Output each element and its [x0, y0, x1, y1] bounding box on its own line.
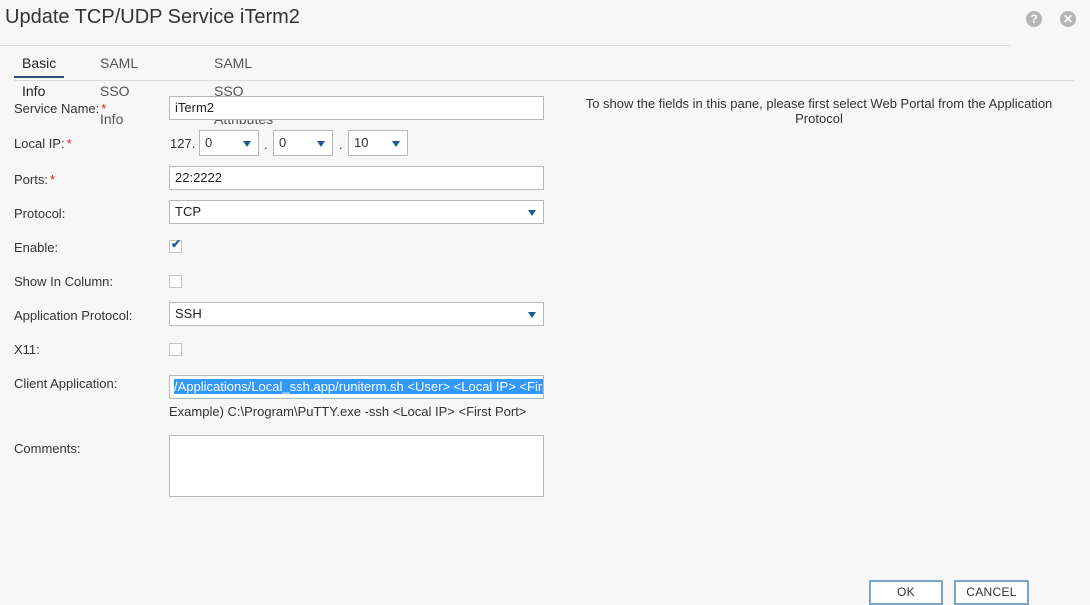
ip-separator: .: [264, 137, 268, 152]
close-icon[interactable]: ✕: [1060, 11, 1076, 27]
required-marker: *: [66, 136, 72, 151]
comments-label: Comments:: [14, 441, 81, 456]
title-divider: [0, 45, 1010, 46]
help-icon[interactable]: ?: [1026, 11, 1042, 27]
pane-message: To show the fields in this pane, please …: [585, 96, 1053, 126]
checkmark-icon: ✔: [171, 237, 182, 251]
ports-input[interactable]: 22:2222: [169, 166, 544, 190]
ip-separator: .: [339, 137, 343, 152]
local-ip-octet-2-select[interactable]: 0: [273, 130, 333, 156]
application-protocol-label: Application Protocol:: [14, 308, 133, 323]
protocol-label: Protocol:: [14, 206, 66, 221]
chevron-down-icon: [243, 141, 251, 147]
chevron-down-icon: [528, 210, 536, 216]
protocol-select[interactable]: TCP: [169, 200, 544, 224]
local-ip-octet-1-select[interactable]: 0: [199, 130, 259, 156]
comments-textarea[interactable]: [169, 435, 544, 497]
local-ip-prefix: 127.: [170, 136, 196, 151]
local-ip-label: Local IP: *: [14, 136, 72, 151]
required-marker: *: [101, 101, 107, 116]
ports-label: Ports: *: [14, 172, 56, 187]
chevron-down-icon: [528, 312, 536, 318]
local-ip-octet-3-select[interactable]: 10: [348, 130, 408, 156]
dialog-title: Update TCP/UDP Service iTerm2: [5, 6, 300, 28]
service-name-label: Service Name: *: [14, 101, 107, 116]
enable-checkbox[interactable]: ✔: [169, 237, 182, 253]
tab-basic-info[interactable]: Basic Info: [14, 49, 65, 99]
client-application-label: Client Application:: [14, 376, 118, 391]
required-marker: *: [49, 172, 56, 187]
show-in-column-label: Show In Column:: [14, 274, 113, 289]
client-application-input[interactable]: /Applications/Local_ssh.app/runiterm.sh …: [169, 375, 544, 399]
x11-label: X11:: [14, 342, 40, 357]
tab-divider: [14, 80, 1074, 81]
enable-label: Enable:: [14, 240, 59, 255]
chevron-down-icon: [317, 141, 325, 147]
ok-button[interactable]: OK: [869, 580, 943, 605]
service-name-input[interactable]: iTerm2: [169, 96, 544, 120]
x11-checkbox[interactable]: [169, 343, 182, 356]
chevron-down-icon: [392, 141, 400, 147]
tab-saml-sso-attributes[interactable]: SAML SSO Attributes: [206, 49, 281, 127]
client-application-hint: Example) C:\Program\PuTTY.exe -ssh <Loca…: [169, 404, 527, 419]
show-in-column-checkbox[interactable]: [169, 275, 182, 288]
tab-saml-sso-info[interactable]: SAML SSO Info: [92, 49, 146, 127]
application-protocol-select[interactable]: SSH: [169, 302, 544, 326]
cancel-button[interactable]: CANCEL: [954, 580, 1029, 605]
